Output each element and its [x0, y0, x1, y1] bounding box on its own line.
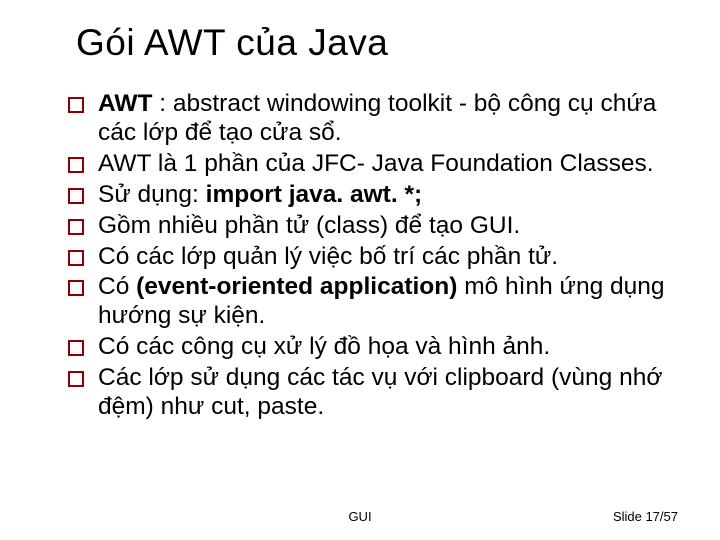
footer-page-number: Slide 17/57 [613, 509, 678, 524]
bullet-box-icon [68, 97, 84, 113]
item-text: Gồm nhiều phần tử (class) để tạo GUI. [98, 212, 680, 241]
bullet-box-icon [68, 280, 84, 296]
page-title: Gói AWT của Java [76, 22, 680, 64]
item-text: Có (event-oriented application) mô hình … [98, 273, 680, 331]
item-text: Có các công cụ xử lý đồ họa và hình ảnh. [98, 333, 680, 362]
list-item: Các lớp sử dụng các tác vụ với clipboard… [72, 364, 680, 422]
list-item: Có các lớp quản lý việc bố trí các phần … [72, 243, 680, 272]
item-text: Có các lớp quản lý việc bố trí các phần … [98, 243, 680, 272]
bullet-box-icon [68, 250, 84, 266]
item-text: AWT là 1 phần của JFC- Java Foundation C… [98, 150, 680, 179]
list-item: Có các công cụ xử lý đồ họa và hình ảnh. [72, 333, 680, 362]
list-item: Có (event-oriented application) mô hình … [72, 273, 680, 331]
bullet-box-icon [68, 340, 84, 356]
bullet-list: AWT : abstract windowing toolkit - bộ cô… [72, 90, 680, 422]
item-text: Các lớp sử dụng các tác vụ với clipboard… [98, 364, 680, 422]
list-item: Gồm nhiều phần tử (class) để tạo GUI. [72, 212, 680, 241]
bullet-box-icon [68, 188, 84, 204]
bullet-box-icon [68, 371, 84, 387]
list-item: AWT là 1 phần của JFC- Java Foundation C… [72, 150, 680, 179]
bullet-box-icon [68, 157, 84, 173]
slide: Gói AWT của Java AWT : abstract windowin… [0, 0, 720, 540]
item-text: Sử dụng: import java. awt. *; [98, 181, 680, 210]
list-item: AWT : abstract windowing toolkit - bộ cô… [72, 90, 680, 148]
list-item: Sử dụng: import java. awt. *; [72, 181, 680, 210]
item-text: AWT : abstract windowing toolkit - bộ cô… [98, 90, 680, 148]
bullet-box-icon [68, 219, 84, 235]
